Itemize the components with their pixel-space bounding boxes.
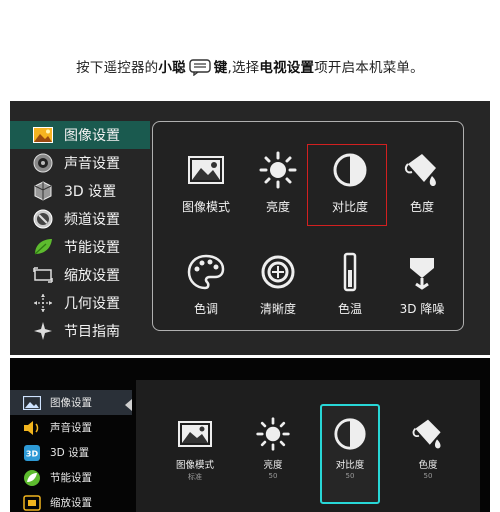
menu-item-guide[interactable]: 节目指南 [10,317,160,345]
guide-star-icon [32,321,54,341]
palette-icon [184,250,228,294]
caption-text-3: 项开启本机菜单。 [314,60,424,76]
tile-picture-mode[interactable]: 图像模式 标准 [160,416,230,482]
zoom-frame-icon [32,265,54,285]
settings-menu: 图像设置 声音设置 3D 设置 频道设置 节能设置 缩放设置 几何设置 节目指南 [10,121,160,345]
svg-text:3D: 3D [26,449,39,458]
caption-bold-tv-settings: 电视设置 [259,60,315,76]
menu-item-sound[interactable]: 声音设置 [10,415,132,440]
tile-color-temp[interactable]: 色温 [317,250,383,317]
tile-color[interactable]: 色度 [389,148,455,215]
menu-item-label: 节目指南 [64,324,120,340]
tile-value: 标准 [188,473,202,481]
sun-icon [256,148,300,192]
picture-settings-panel: 图像模式 亮度 对比度 色度 色调 清晰度 色温 3D 降噪 [152,121,464,331]
sharpness-icon [256,250,300,294]
tv-menu-screen-lower: 图像设置 声音设置 3D 3D 设置 节能设置 缩放设置 图像模式 标准 亮度 … [10,358,490,512]
menu-item-channel[interactable]: 频道设置 [10,205,160,233]
tv-menu-screen-upper: 图像设置 声音设置 3D 设置 频道设置 节能设置 缩放设置 几何设置 节目指南… [10,101,490,355]
menu-item-picture[interactable]: 图像设置 [10,390,132,415]
menu-item-label: 图像设置 [50,397,92,409]
menu-item-label: 节能设置 [50,472,92,484]
tile-label: 3D 降噪 [399,302,445,316]
tile-picture-mode[interactable]: 图像模式 [173,148,239,215]
menu-item-label: 图像设置 [64,128,120,144]
picture-settings-panel: 图像模式 标准 亮度 50 对比度 50 色度 50 [136,380,480,512]
paint-bucket-icon [408,416,448,452]
menu-item-3d[interactable]: 3D 3D 设置 [10,440,132,465]
menu-item-label: 缩放设置 [64,268,120,284]
leaf-icon [32,237,54,257]
menu-item-label: 节能设置 [64,240,120,256]
tile-label: 亮度 [265,200,290,214]
menu-item-energy[interactable]: 节能设置 [10,233,160,261]
picture-mode-icon [175,416,215,452]
menu-item-3d[interactable]: 3D 设置 [10,177,160,205]
tile-label: 对比度 [331,200,368,214]
picture-icon [22,394,42,412]
instruction-caption: 按下遥控器的小聪 键,选择电视设置项开启本机菜单。 [0,56,500,76]
3d-icon: 3D [22,444,42,462]
tile-sharpness[interactable]: 清晰度 [245,250,311,317]
tile-brightness[interactable]: 亮度 [245,148,311,215]
tile-label: 亮度 [263,460,283,471]
menu-item-energy[interactable]: 节能设置 [10,465,132,490]
menu-item-zoom[interactable]: 缩放设置 [10,490,132,512]
zoom-frame-icon [22,494,42,512]
tile-label: 色调 [193,302,218,316]
active-menu-pointer [125,399,132,411]
tile-label: 清晰度 [259,302,296,316]
sun-icon [253,416,293,452]
tile-value: 50 [345,472,355,480]
caption-text-1: 按下遥控器的 [76,60,159,76]
tile-3d-noise-reduction[interactable]: 3D 降噪 [389,250,455,317]
tile-color[interactable]: 色度 50 [393,416,463,480]
tile-value: 50 [423,472,433,480]
paint-bucket-icon [400,148,444,192]
tile-contrast[interactable]: 对比度 50 [315,416,385,480]
menu-item-picture[interactable]: 图像设置 [10,121,150,149]
channel-icon [32,209,54,229]
caption-text-2: ,选择 [227,60,260,76]
tile-brightness[interactable]: 亮度 50 [238,416,308,480]
tile-label: 对比度 [335,460,365,471]
tile-contrast[interactable]: 对比度 [317,148,383,215]
speaker-icon [32,153,54,173]
tile-label: 图像模式 [181,200,230,214]
menu-item-label: 3D 设置 [50,447,90,459]
menu-item-label: 频道设置 [64,212,120,228]
menu-item-label: 声音设置 [50,422,92,434]
remote-menu-key-icon [189,59,211,76]
menu-item-sound[interactable]: 声音设置 [10,149,160,177]
speaker-icon [22,419,42,437]
caption-bold-xiaocong: 小聪 [158,60,186,76]
leaf-icon [22,469,42,487]
menu-item-geometry[interactable]: 几何设置 [10,289,160,317]
thermometer-icon [328,250,372,294]
tile-label: 图像模式 [175,460,214,471]
tile-hue[interactable]: 色调 [173,250,239,317]
menu-item-label: 几何设置 [64,296,120,312]
picture-mode-icon [184,148,228,192]
caption-bold-key: 键 [213,60,228,76]
noise-reduction-icon [400,250,444,294]
menu-item-label: 3D 设置 [64,184,117,200]
menu-item-zoom[interactable]: 缩放设置 [10,261,160,289]
picture-icon [32,125,54,145]
tile-label: 色度 [409,200,434,214]
menu-item-label: 缩放设置 [50,497,92,509]
tile-label: 色温 [337,302,362,316]
contrast-icon [330,416,370,452]
contrast-icon [328,148,372,192]
geometry-icon [32,293,54,313]
menu-item-label: 声音设置 [64,156,120,172]
tile-label: 色度 [418,460,438,471]
tile-value: 50 [268,472,278,480]
settings-menu: 图像设置 声音设置 3D 3D 设置 节能设置 缩放设置 [10,390,132,512]
3d-cube-icon [32,181,54,201]
